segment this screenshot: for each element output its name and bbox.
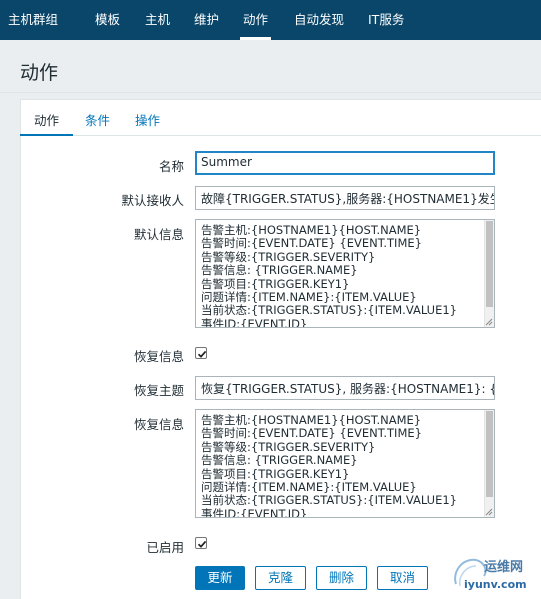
nav-item-it-services[interactable]: IT服务 [368, 0, 404, 40]
default-message-text: 告警主机:{HOSTNAME1}{HOST.NAME} 告警时间:{EVENT.… [201, 223, 480, 328]
checkmark-icon [197, 540, 207, 548]
text-line: 告警等级:{TRIGGER.SEVERITY} [201, 439, 376, 454]
recovery-message-text: 告警主机:{HOSTNAME1}{HOST.NAME} 告警时间:{EVENT.… [201, 413, 480, 518]
recovery-message-textarea[interactable]: 告警主机:{HOSTNAME1}{HOST.NAME} 告警时间:{EVENT.… [195, 409, 495, 518]
text-line: 告警信息: {TRIGGER.NAME} [201, 263, 358, 278]
checkmark-icon [197, 350, 207, 358]
text-line: 告警时间:{EVENT.DATE} {EVENT.TIME} [201, 236, 422, 251]
resize-grip-icon[interactable] [485, 318, 493, 326]
nav-item-templates[interactable]: 模板 [95, 0, 120, 40]
text-line: 告警项目:{TRIGGER.KEY1} [201, 276, 350, 291]
text-line: 问题详情:{ITEM.NAME}:{ITEM.VALUE} [201, 480, 417, 495]
resize-grip-icon[interactable] [485, 508, 493, 516]
tab-bar: 动作 条件 操作 [19, 100, 541, 136]
page-title: 动作 [20, 62, 59, 84]
recovery-enabled-label: 恢复信息 [133, 349, 184, 364]
recovery-subject-input[interactable]: 恢复{TRIGGER.STATUS}, 服务器:{HOSTNAME1}: {TR… [195, 376, 495, 400]
text-line: 告警主机:{HOSTNAME1}{HOST.NAME} [201, 413, 422, 427]
form-panel: 动作 条件 操作 名称 Summer 默认接收人 故障{TRIGGER.STAT… [19, 99, 541, 599]
text-line: 告警项目:{TRIGGER.KEY1} [201, 466, 350, 481]
recovery-subject-label: 恢复主题 [133, 383, 184, 398]
text-line: 事件ID:{EVENT.ID} [201, 506, 308, 518]
nav-item-actions[interactable]: 动作 [239, 0, 272, 40]
enabled-label: 已启用 [146, 540, 184, 555]
default-message-textarea[interactable]: 告警主机:{HOSTNAME1}{HOST.NAME} 告警时间:{EVENT.… [195, 219, 495, 328]
text-line: 告警主机:{HOSTNAME1}{HOST.NAME} [201, 223, 422, 237]
clone-button[interactable]: 克隆 [255, 566, 306, 590]
title-divider [0, 92, 541, 93]
tab-conditions[interactable]: 条件 [85, 110, 110, 129]
scrollbar-thumb[interactable] [486, 411, 493, 497]
text-line: 当前状态:{TRIGGER.STATUS}:{ITEM.VALUE1} [201, 493, 457, 508]
text-line: 告警时间:{EVENT.DATE} {EVENT.TIME} [201, 426, 422, 441]
enabled-checkbox[interactable] [195, 537, 207, 549]
nav-item-discovery[interactable]: 自动发现 [294, 0, 344, 40]
watermark-text: 运维网 [484, 560, 524, 575]
update-button[interactable]: 更新 [195, 566, 245, 590]
name-label: 名称 [158, 159, 184, 174]
text-line: 当前状态:{TRIGGER.STATUS}:{ITEM.VALUE1} [201, 303, 457, 318]
scrollbar-thumb[interactable] [486, 221, 493, 307]
default-message-label: 默认信息 [133, 227, 184, 242]
nav-item-hosts[interactable]: 主机 [145, 0, 170, 40]
text-line: 问题详情:{ITEM.NAME}:{ITEM.VALUE} [201, 290, 417, 305]
default-subject-label: 默认接收人 [121, 193, 184, 208]
text-line: 告警信息: {TRIGGER.NAME} [201, 453, 358, 468]
default-subject-input[interactable]: 故障{TRIGGER.STATUS},服务器:{HOSTNAME1}发生: {T… [195, 186, 495, 210]
nav-item-maintenance[interactable]: 维护 [194, 0, 219, 40]
tab-action[interactable]: 动作 [19, 110, 74, 136]
nav-item-host-groups[interactable]: 主机群组 [8, 0, 58, 40]
watermark-url: iyunv.com [464, 578, 527, 591]
watermark-logo: 运维网 iyunv.com [448, 550, 541, 599]
top-navigation: 主机群组 模板 主机 维护 动作 自动发现 IT服务 [0, 0, 541, 40]
delete-button[interactable]: 删除 [316, 566, 367, 590]
textarea-scrollbar[interactable] [484, 220, 494, 327]
recovery-message-label: 恢复信息 [133, 417, 184, 432]
tab-operations[interactable]: 操作 [135, 110, 160, 129]
recovery-checkbox[interactable] [195, 347, 207, 359]
cancel-button[interactable]: 取消 [377, 566, 428, 590]
text-line: 告警等级:{TRIGGER.SEVERITY} [201, 249, 376, 264]
name-input[interactable]: Summer [195, 151, 495, 175]
textarea-scrollbar[interactable] [484, 410, 494, 517]
text-line: 事件ID:{EVENT.ID} [201, 316, 308, 328]
